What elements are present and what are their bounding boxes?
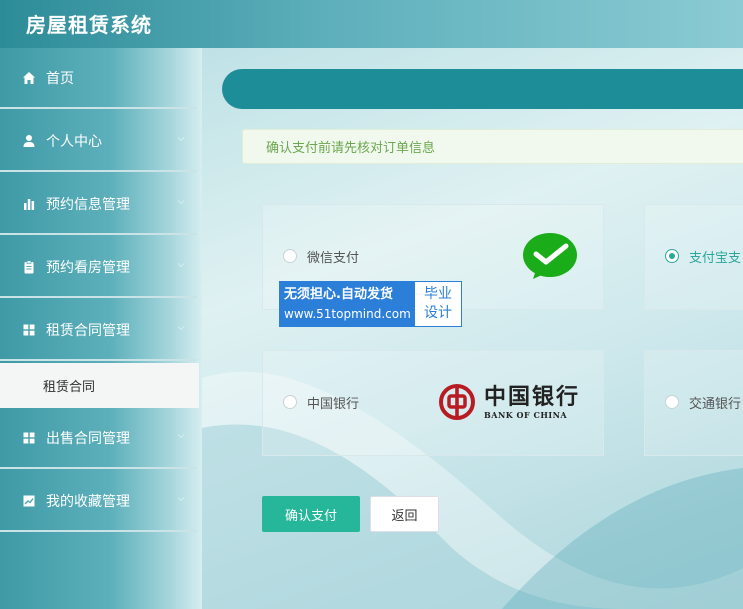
sidebar-item-lease-contract[interactable]: 租赁合同管理: [0, 300, 197, 361]
alipay-label: 支付宝支: [689, 251, 742, 266]
wechat-radio[interactable]: [283, 249, 297, 263]
grid-icon: [22, 323, 36, 337]
boc-name-en: BANK OF CHINA: [484, 410, 568, 420]
sidebar-item-home[interactable]: 首页: [0, 48, 197, 109]
wechat-pay-icon: [523, 233, 577, 279]
sidebar-item-appointment-info[interactable]: 预约信息管理: [0, 174, 197, 235]
bocom-label: 交通银行: [689, 397, 742, 412]
chevron-down-icon: [177, 263, 185, 268]
app-title: 房屋租赁系统: [26, 13, 152, 37]
chevron-down-icon: [177, 434, 185, 439]
chevron-down-icon: [177, 497, 185, 502]
boc-name-cn: 中国银行: [484, 384, 581, 410]
sidebar-subitem-label: 租赁合同: [43, 380, 96, 395]
sidebar-item-label: 出售合同管理: [46, 430, 130, 447]
content-header-bar: [222, 69, 743, 109]
alipay-radio[interactable]: [665, 249, 679, 263]
clipboard-icon: [22, 259, 36, 274]
bank-of-china-wordmark: 中国银行 BANK OF CHINA: [484, 385, 580, 421]
line-chart-icon: [22, 494, 36, 508]
watermark-text-block: 无须担心.自动发货 www.51topmind.com: [279, 281, 414, 327]
top-bar: 房屋租赁系统: [0, 0, 743, 48]
sidebar-subitem-lease-contract[interactable]: 租赁合同: [0, 363, 199, 408]
payment-notice: 确认支付前请先核对订单信息: [242, 129, 743, 164]
sidebar-item-label: 我的收藏管理: [46, 493, 130, 510]
grid-icon: [22, 431, 36, 445]
boc-label: 中国银行: [307, 397, 360, 412]
sidebar-item-label: 个人中心: [46, 133, 102, 150]
sidebar-item-label: 首页: [46, 70, 74, 87]
watermark-badge-line2: 设计: [424, 305, 452, 321]
sidebar-item-label: 预约看房管理: [46, 259, 130, 276]
sidebar-item-personal-center[interactable]: 个人中心: [0, 111, 197, 172]
chevron-down-icon: [177, 200, 185, 205]
watermark-line1: 无须担心.自动发货: [284, 287, 393, 302]
sidebar-item-favorites[interactable]: 我的收藏管理: [0, 471, 197, 532]
sidebar-item-label: 租赁合同管理: [46, 322, 130, 339]
chevron-down-icon: [177, 137, 185, 142]
notice-text: 确认支付前请先核对订单信息: [266, 141, 436, 156]
watermark-badge-line1: 毕业: [424, 286, 452, 302]
boc-radio[interactable]: [283, 395, 297, 409]
user-icon: [22, 134, 36, 148]
watermark-banner: 无须担心.自动发货 www.51topmind.com 毕业 设计: [279, 281, 462, 327]
wechat-label: 微信支付: [307, 251, 360, 266]
home-icon: [22, 71, 36, 85]
sidebar-item-label: 预约信息管理: [46, 196, 130, 213]
back-button[interactable]: 返回: [370, 496, 439, 532]
bar-chart-icon: [22, 197, 36, 211]
chevron-down-icon: [177, 326, 185, 331]
sidebar-item-viewing-appointment[interactable]: 预约看房管理: [0, 237, 197, 298]
bank-of-china-logo-icon: [439, 384, 475, 420]
confirm-payment-button[interactable]: 确认支付: [262, 496, 360, 532]
watermark-badge: 毕业 设计: [414, 281, 462, 327]
sidebar-item-sale-contract[interactable]: 出售合同管理: [0, 408, 197, 469]
bocom-radio[interactable]: [665, 395, 679, 409]
watermark-line2: www.51topmind.com: [284, 307, 411, 321]
